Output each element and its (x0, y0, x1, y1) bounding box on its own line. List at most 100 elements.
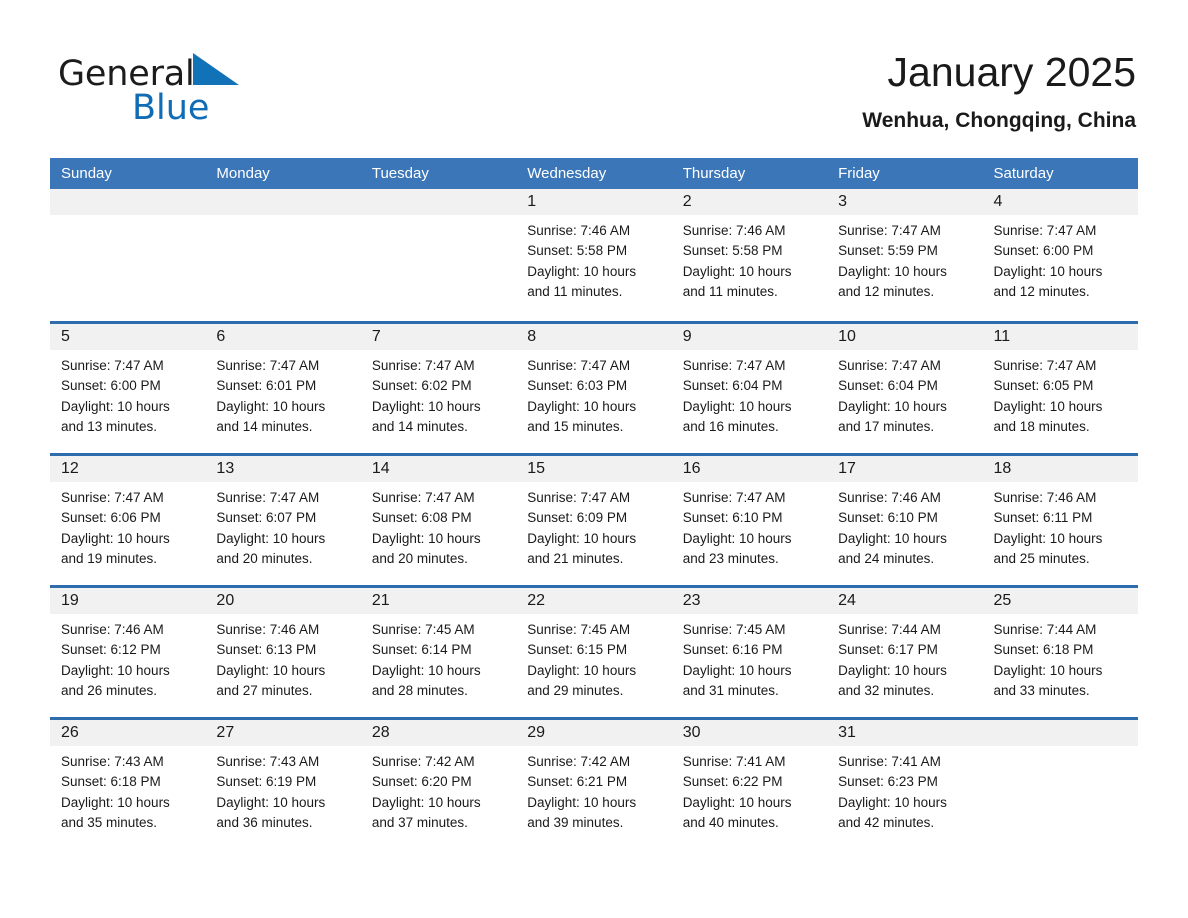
day-number-band: 19 20 21 22 23 24 25 (50, 588, 1138, 614)
weekday-header-tuesday: Tuesday (371, 165, 429, 182)
calendar-page: General Blue January 2025 Wenhua, Chongq… (0, 0, 1188, 918)
day-detail-empty (205, 215, 360, 318)
day-number-4[interactable]: 4 (983, 189, 1138, 215)
calendar-week-row: 26 27 28 29 30 31 Sunrise: 7:43 AM Sunset: 6:1… (50, 717, 1138, 849)
day-detail-empty (361, 215, 516, 318)
day-number-11[interactable]: 11 (983, 324, 1138, 350)
day-number-9[interactable]: 9 (672, 324, 827, 350)
day-number-band: 1234 (50, 189, 1138, 215)
day-detail-9: Sunrise: 7:47 AM Sunset: 6:04 PM Dayligh… (682, 358, 792, 434)
weekday-header-row: Sunday Monday Tuesday Wednesday Thursday Frid… (50, 158, 1138, 189)
day-detail-17: Sunrise: 7:46 AM Sunset: 6:10 PM Dayligh… (838, 490, 947, 566)
day-detail-band: Sunrise: 7:47 AM Sunset: 6:06 PM Dayligh… (50, 482, 1138, 585)
day-detail-12: Sunrise: 7:47 AM Sunset: 6:06 PM Dayligh… (61, 490, 170, 566)
day-detail-7: Sunrise: 7:47 AM Sunset: 6:02 PM Dayligh… (371, 358, 481, 434)
day-number-31[interactable]: 31 (827, 720, 982, 746)
day-number-21[interactable]: 21 (361, 588, 516, 614)
day-detail-4: Sunrise: 7:47 AM Sunset: 6:00 PM Dayligh… (993, 223, 1103, 299)
day-detail-13: Sunrise: 7:47 AM Sunset: 6:07 PM Dayligh… (216, 490, 326, 566)
page-header: General Blue January 2025 Wenhua, Chongq… (0, 0, 1188, 140)
day-detail-5: Sunrise: 7:47 AM Sunset: 6:00 PM Dayligh… (61, 358, 170, 434)
day-number-29[interactable]: 29 (516, 720, 671, 746)
day-detail-band: Sunrise: 7:43 AM Sunset: 6:18 PM Dayligh… (50, 746, 1138, 849)
day-detail-10: Sunrise: 7:47 AM Sunset: 6:04 PM Dayligh… (838, 358, 947, 434)
weekday-header-monday: Monday (216, 165, 270, 182)
day-number-band: 12 13 14 15 16 17 18 (50, 456, 1138, 482)
page-title: January 2025 (887, 49, 1136, 95)
day-number-28[interactable]: 28 (361, 720, 516, 746)
day-detail-23: Sunrise: 7:45 AM Sunset: 6:16 PM Dayligh… (682, 622, 792, 698)
day-number-25[interactable]: 25 (983, 588, 1138, 614)
day-detail-16: Sunrise: 7:47 AM Sunset: 6:10 PM Dayligh… (682, 490, 792, 566)
weekday-header-wednesday: Wednesday (527, 165, 607, 182)
day-number-30[interactable]: 30 (672, 720, 827, 746)
day-number-23[interactable]: 23 (672, 588, 827, 614)
day-detail-11: Sunrise: 7:47 AM Sunset: 6:05 PM Dayligh… (993, 358, 1103, 434)
day-detail-8: Sunrise: 7:47 AM Sunset: 6:03 PM Dayligh… (527, 358, 637, 434)
day-number-27[interactable]: 27 (205, 720, 360, 746)
weekday-header-saturday: Saturday (993, 165, 1054, 182)
day-number-13[interactable]: 13 (205, 456, 360, 482)
day-number-20[interactable]: 20 (205, 588, 360, 614)
day-number-12[interactable]: 12 (50, 456, 205, 482)
day-detail-31: Sunrise: 7:41 AM Sunset: 6:23 PM Dayligh… (838, 754, 947, 830)
logo-text-blue: Blue (132, 88, 210, 128)
day-number-empty (205, 189, 360, 215)
page-location: Wenhua, Chongqing, China (862, 109, 1136, 132)
day-number-6[interactable]: 6 (205, 324, 360, 350)
day-number-3[interactable]: 3 (827, 189, 982, 215)
day-number-7[interactable]: 7 (361, 324, 516, 350)
day-detail-6: Sunrise: 7:47 AM Sunset: 6:01 PM Dayligh… (216, 358, 326, 434)
day-number-1[interactable]: 1 (516, 189, 671, 215)
day-detail-15: Sunrise: 7:47 AM Sunset: 6:09 PM Dayligh… (527, 490, 637, 566)
day-number-14[interactable]: 14 (361, 456, 516, 482)
day-number-26[interactable]: 26 (50, 720, 205, 746)
weekday-header-friday: Friday (838, 165, 880, 182)
day-detail-25: Sunrise: 7:44 AM Sunset: 6:18 PM Dayligh… (993, 622, 1103, 698)
weekday-header-sunday: Sunday (61, 165, 112, 182)
calendar-week-row: 19 20 21 22 23 24 25 Sunrise: 7:46 AM Sunset: 6… (50, 585, 1138, 717)
day-detail-1: Sunrise: 7:46 AM Sunset: 5:58 PM Dayligh… (527, 223, 637, 299)
day-number-17[interactable]: 17 (827, 456, 982, 482)
day-number-8[interactable]: 8 (516, 324, 671, 350)
day-number-2[interactable]: 2 (672, 189, 827, 215)
general-blue-logo[interactable]: General Blue (58, 52, 358, 132)
weekday-header-thursday: Thursday (682, 165, 746, 182)
day-detail-empty (50, 215, 205, 318)
calendar-grid: Sunday Monday Tuesday Wednesday Thursday Frid… (50, 158, 1138, 849)
day-detail-band: Sunrise: 7:46 AM Sunset: 5:58 PM Dayligh… (50, 215, 1138, 318)
day-number-band: 26 27 28 29 30 31 (50, 720, 1138, 746)
calendar-week-row: 1 2 3 4 Sunrise: 7:46 AM Sunset: 5:58 PM Day… (50, 189, 1138, 321)
title-block: January 2025 Wenhua, Chongqing, China (862, 48, 1136, 134)
day-number-band: 5 6 7 8 9 10 11 (50, 324, 1138, 350)
day-detail-18: Sunrise: 7:46 AM Sunset: 6:11 PM Dayligh… (993, 490, 1103, 566)
calendar-week-row: 5 6 7 8 9 10 11 Sunrise: 7:47 AM Sunset: 6:00 P… (50, 321, 1138, 453)
day-detail-2: Sunrise: 7:46 AM Sunset: 5:58 PM Dayligh… (682, 223, 792, 299)
day-detail-24: Sunrise: 7:44 AM Sunset: 6:17 PM Dayligh… (838, 622, 947, 698)
day-detail-20: Sunrise: 7:46 AM Sunset: 6:13 PM Dayligh… (216, 622, 326, 698)
calendar-weeks: 1 2 3 4 Sunrise: 7:46 AM Sunset: 5:58 PM Day… (50, 189, 1138, 849)
day-number-5[interactable]: 5 (50, 324, 205, 350)
day-number-18[interactable]: 18 (983, 456, 1138, 482)
day-detail-19: Sunrise: 7:46 AM Sunset: 6:12 PM Dayligh… (61, 622, 170, 698)
day-number-empty (361, 189, 516, 215)
day-detail-22: Sunrise: 7:45 AM Sunset: 6:15 PM Dayligh… (527, 622, 637, 698)
day-number-19[interactable]: 19 (50, 588, 205, 614)
day-detail-21: Sunrise: 7:45 AM Sunset: 6:14 PM Dayligh… (371, 622, 481, 698)
day-detail-26: Sunrise: 7:43 AM Sunset: 6:18 PM Dayligh… (61, 754, 170, 830)
day-detail-30: Sunrise: 7:41 AM Sunset: 6:22 PM Dayligh… (682, 754, 792, 830)
day-number-empty (983, 720, 1138, 746)
day-number-10[interactable]: 10 (827, 324, 982, 350)
day-detail-29: Sunrise: 7:42 AM Sunset: 6:21 PM Dayligh… (527, 754, 637, 830)
day-number-16[interactable]: 16 (672, 456, 827, 482)
day-number-24[interactable]: 24 (827, 588, 982, 614)
logo-bottom-row: Blue (58, 90, 358, 130)
day-detail-empty (983, 746, 1138, 849)
day-number-15[interactable]: 15 (516, 456, 671, 482)
day-detail-band: Sunrise: 7:47 AM Sunset: 6:00 PM Dayligh… (50, 350, 1138, 453)
day-number-empty (50, 189, 205, 215)
day-detail-3: Sunrise: 7:47 AM Sunset: 5:59 PM Dayligh… (838, 223, 947, 299)
day-detail-28: Sunrise: 7:42 AM Sunset: 6:20 PM Dayligh… (371, 754, 481, 830)
day-number-22[interactable]: 22 (516, 588, 671, 614)
calendar-week-row: 12 13 14 15 16 17 18 Sunrise: 7:47 AM Sunset: 6… (50, 453, 1138, 585)
